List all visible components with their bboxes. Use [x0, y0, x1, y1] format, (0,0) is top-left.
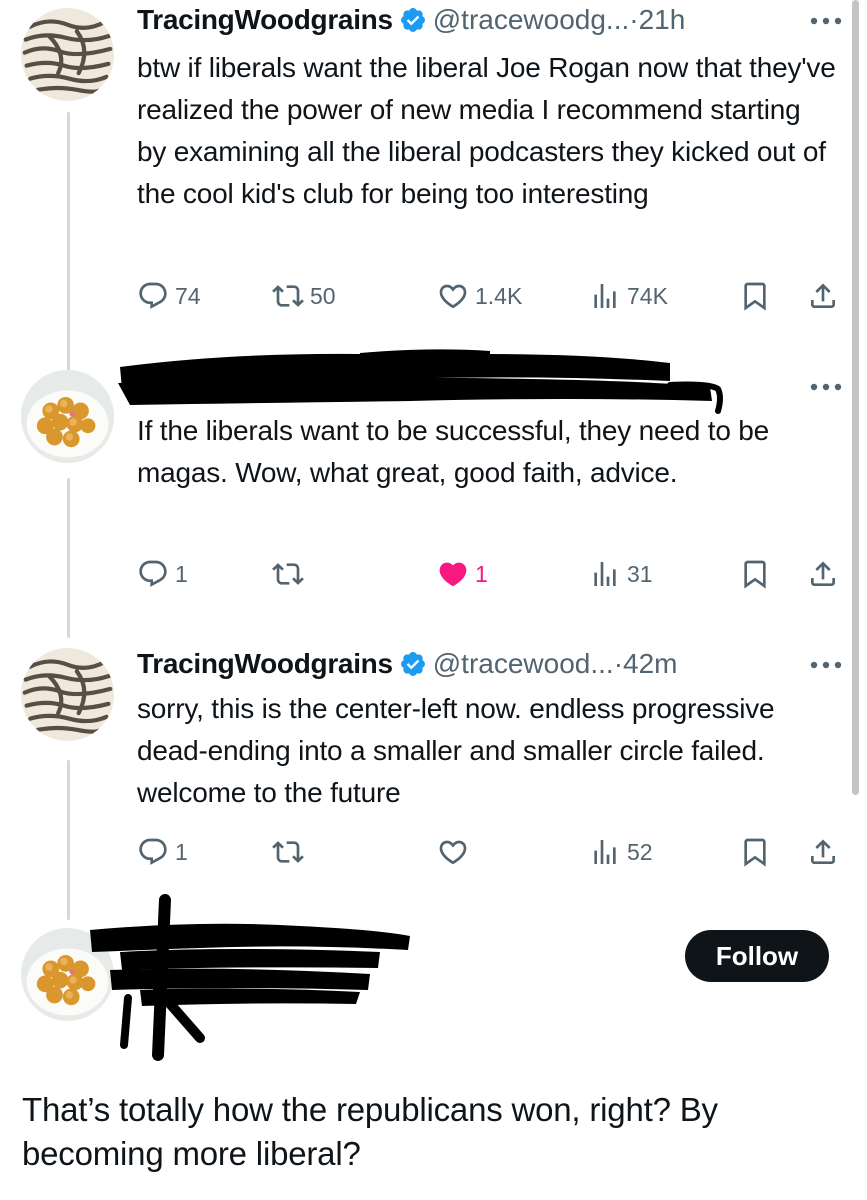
redacted-author-name — [90, 894, 410, 1061]
heart-icon — [439, 284, 467, 309]
views-count: 31 — [627, 560, 653, 587]
reply-count: 1 — [175, 838, 188, 865]
views-button[interactable]: 31 — [589, 556, 653, 592]
verified-badge-icon — [399, 6, 427, 34]
heart-filled-icon — [439, 562, 467, 587]
reply-icon — [139, 838, 167, 865]
verified-badge-icon — [399, 650, 427, 678]
post-text: If the liberals want to be successful, t… — [137, 415, 770, 488]
avatar[interactable] — [21, 648, 114, 741]
thread-line — [67, 112, 70, 372]
share-icon — [811, 839, 835, 864]
repost-count: 50 — [310, 282, 336, 309]
post-time[interactable]: 42m — [623, 648, 677, 679]
bookmark-icon — [744, 838, 766, 867]
repost-icon — [272, 285, 304, 307]
thread-line — [67, 478, 70, 638]
views-count: 52 — [627, 838, 653, 865]
views-button[interactable]: 74K — [589, 278, 668, 314]
reply-icon — [139, 560, 167, 587]
share-button[interactable] — [807, 556, 839, 592]
reply-button[interactable]: 1 — [137, 556, 188, 592]
more-icon[interactable] — [808, 14, 844, 26]
avatar[interactable] — [21, 370, 114, 463]
woodgrain-avatar-image — [21, 648, 114, 741]
repost-icon — [272, 841, 304, 863]
reply-count: 1 — [175, 560, 188, 587]
share-button[interactable] — [807, 834, 839, 870]
post-header: TracingWoodgrains @tracewood...·42m — [137, 646, 678, 682]
action-bar: 1 1 31 — [137, 556, 842, 592]
share-icon — [811, 561, 835, 586]
repost-button[interactable] — [272, 556, 304, 592]
bookmark-button[interactable] — [739, 278, 771, 314]
author-name[interactable]: TracingWoodgrains — [137, 648, 393, 679]
reply-icon — [139, 282, 167, 309]
action-bar: 1 52 — [137, 834, 842, 870]
woodgrain-avatar-image — [21, 8, 114, 101]
bookmark-icon — [744, 282, 766, 311]
redacted-author-name — [118, 349, 723, 414]
bookmark-button[interactable] — [739, 834, 771, 870]
like-count: 1 — [475, 560, 488, 587]
bookmark-icon — [744, 560, 766, 589]
like-button[interactable]: 1 — [437, 556, 488, 592]
avatar[interactable] — [21, 8, 114, 101]
post-time[interactable]: 21h — [639, 4, 686, 35]
like-count: 1.4K — [475, 282, 523, 309]
more-icon[interactable] — [808, 658, 844, 670]
quote-caption: That’s totally how the republicans won, … — [22, 1091, 718, 1172]
thread-line — [67, 760, 70, 920]
scrollbar[interactable] — [852, 0, 859, 795]
like-button[interactable]: 1.4K — [437, 278, 522, 314]
separator-dot: · — [613, 648, 624, 679]
views-icon — [594, 562, 616, 586]
author-handle[interactable]: @tracewoodg... — [433, 4, 630, 35]
post-text: btw if liberals want the liberal Joe Rog… — [137, 52, 836, 209]
action-bar: 74 50 1.4K 74K — [137, 278, 842, 314]
share-icon — [811, 283, 835, 308]
author-handle[interactable]: @tracewood... — [433, 648, 614, 679]
more-icon[interactable] — [808, 380, 844, 392]
reply-button[interactable]: 1 — [137, 834, 188, 870]
post-text: sorry, this is the center-left now. endl… — [137, 693, 775, 808]
reply-count: 74 — [175, 282, 201, 309]
separator-dot: · — [629, 4, 639, 35]
repost-button[interactable]: 50 — [272, 278, 336, 314]
heart-icon — [439, 840, 467, 865]
share-button[interactable] — [807, 278, 839, 314]
views-button[interactable]: 52 — [589, 834, 653, 870]
views-icon — [594, 284, 616, 308]
repost-icon — [272, 563, 304, 585]
like-button[interactable] — [437, 834, 469, 870]
author-name[interactable]: TracingWoodgrains — [137, 4, 393, 35]
views-count: 74K — [627, 282, 668, 309]
views-icon — [594, 840, 616, 864]
reply-button[interactable]: 74 — [137, 278, 201, 314]
post-header: TracingWoodgrains @tracewoodg...·21h — [137, 2, 685, 38]
food-avatar-image — [21, 370, 114, 463]
follow-button[interactable]: Follow — [685, 930, 829, 982]
repost-button[interactable] — [272, 834, 304, 870]
bookmark-button[interactable] — [739, 556, 771, 592]
